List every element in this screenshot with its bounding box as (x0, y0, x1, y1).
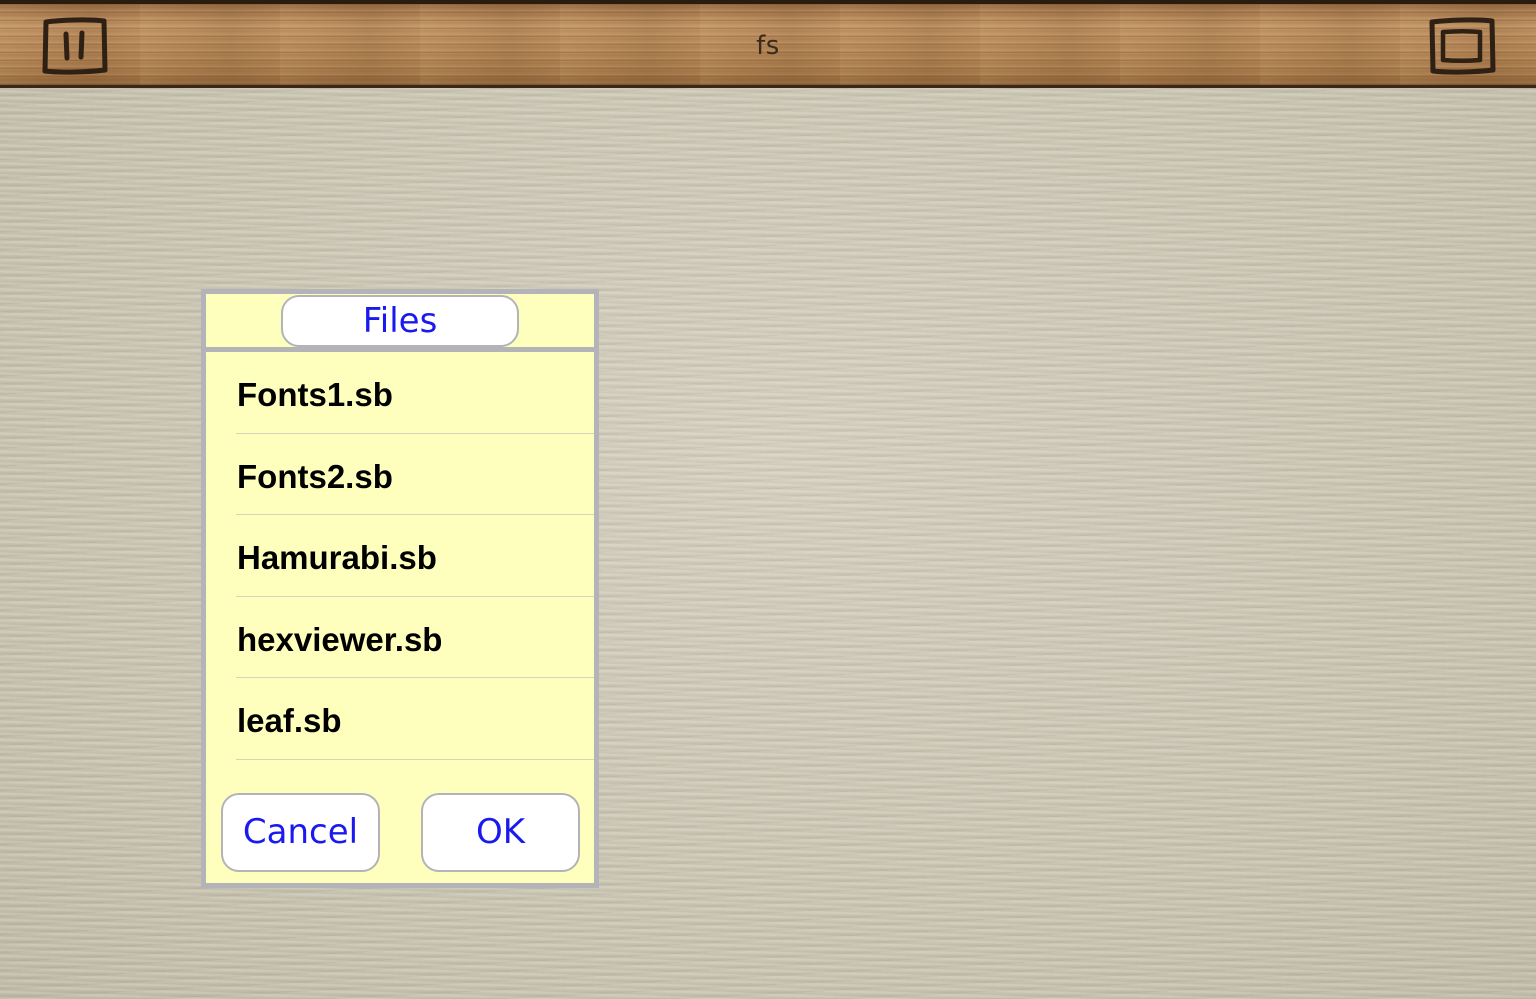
file-picker-dialog: Files Fonts1.sb Fonts2.sb Hamurabi.sb he… (201, 289, 599, 888)
file-name: Fonts2.sb (237, 457, 393, 495)
file-name: leaf.sb (237, 702, 342, 739)
cancel-button[interactable]: Cancel (221, 793, 380, 872)
list-item[interactable]: leaf.sb (206, 678, 594, 760)
window-icon[interactable] (1428, 14, 1498, 78)
app-title: fs (756, 31, 780, 61)
file-name: hexviewer.sb (237, 620, 443, 658)
dialog-header: Files (206, 294, 594, 352)
dialog-title: Files (281, 295, 519, 347)
top-toolbar: fs (0, 0, 1536, 88)
file-list: Fonts1.sb Fonts2.sb Hamurabi.sb hexviewe… (206, 352, 594, 760)
file-name: Fonts1.sb (237, 376, 393, 413)
ok-button[interactable]: OK (421, 793, 580, 872)
list-item[interactable]: Hamurabi.sb (206, 515, 594, 597)
list-item[interactable]: Fonts1.sb (206, 352, 594, 434)
list-item[interactable]: Fonts2.sb (206, 434, 594, 515)
file-name: Hamurabi.sb (237, 539, 437, 576)
divider (236, 758, 594, 760)
list-item[interactable]: hexviewer.sb (206, 597, 594, 678)
